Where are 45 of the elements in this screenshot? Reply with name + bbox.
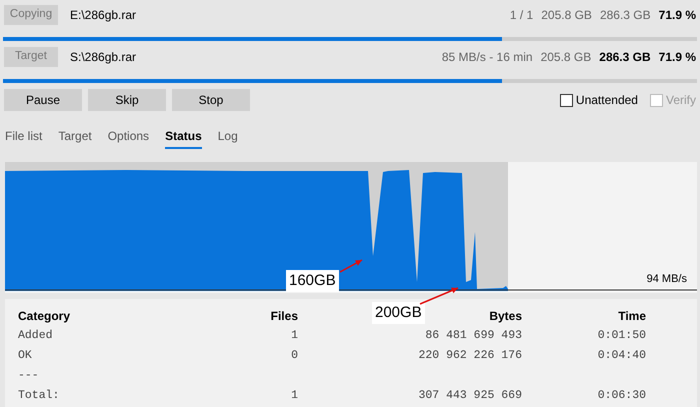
column-header: Time bbox=[618, 309, 646, 323]
table-cell: Added bbox=[18, 329, 53, 342]
checkbox-label: Unattended bbox=[576, 92, 638, 109]
arrow-icon bbox=[340, 259, 362, 273]
table-cell: 307 443 925 669 bbox=[418, 389, 522, 402]
tab[interactable]: File list bbox=[5, 127, 42, 149]
file-path: S:\286gb.rar bbox=[70, 49, 136, 66]
separator-text: --- bbox=[18, 369, 39, 382]
annotation-label: 200GB bbox=[372, 302, 425, 324]
speed-reading: 94 MB/s bbox=[646, 272, 687, 286]
transfer-stat: 1 / 1 bbox=[510, 7, 534, 24]
transfer-stat: 205.8 GB bbox=[541, 7, 592, 24]
transfer-stat: 286.3 GB bbox=[599, 49, 651, 66]
table-cell: 0:04:40 bbox=[598, 349, 646, 362]
action-button[interactable]: Stop bbox=[172, 89, 250, 111]
transfer-stat: 71.9 % bbox=[658, 7, 696, 24]
status-label: Copying bbox=[4, 5, 58, 25]
status-label: Target bbox=[4, 47, 58, 67]
tab[interactable]: Status bbox=[165, 127, 202, 149]
table-cell: 1 bbox=[291, 329, 298, 342]
tab[interactable]: Log bbox=[218, 127, 238, 149]
table-cell: OK bbox=[18, 349, 32, 362]
tab[interactable]: Options bbox=[108, 127, 150, 149]
file-path: E:\286gb.rar bbox=[70, 7, 136, 24]
table-cell: 220 962 226 176 bbox=[418, 349, 522, 362]
transfer-stat: 85 MB/s - 16 min bbox=[442, 49, 533, 66]
transfer-stat: 286.3 GB bbox=[600, 7, 651, 24]
table-cell: Total: bbox=[18, 389, 60, 402]
action-button[interactable]: Skip bbox=[88, 89, 166, 111]
tab[interactable]: Target bbox=[58, 127, 92, 149]
table-cell: 86 481 699 493 bbox=[425, 329, 522, 342]
action-button[interactable]: Pause bbox=[4, 89, 82, 111]
table-cell: 0:01:50 bbox=[598, 329, 646, 342]
annotation-label: 160GB bbox=[286, 270, 339, 292]
column-header: Category bbox=[18, 309, 70, 323]
table-cell: 1 bbox=[291, 389, 298, 402]
checkbox[interactable] bbox=[560, 94, 573, 106]
column-header: Bytes bbox=[489, 309, 522, 323]
table-cell: 0 bbox=[291, 349, 298, 362]
column-header: Files bbox=[270, 309, 298, 323]
transfer-stat: 205.8 GB bbox=[540, 49, 592, 66]
transfer-stat: 71.9 % bbox=[658, 49, 696, 66]
table-cell: 0:06:30 bbox=[598, 389, 646, 402]
checkbox-label: Verify bbox=[666, 92, 696, 109]
arrow-icon bbox=[420, 287, 458, 305]
